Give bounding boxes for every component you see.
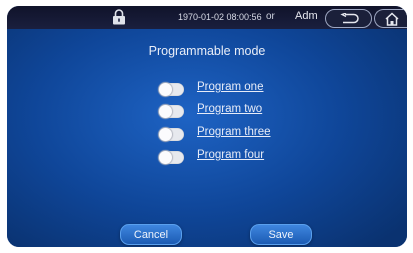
program-one-link[interactable]: Program one bbox=[197, 81, 263, 93]
user-role-label: or bbox=[266, 11, 275, 22]
home-button[interactable] bbox=[374, 9, 407, 28]
program-row-4[interactable]: Program four bbox=[159, 149, 264, 164]
lock-icon bbox=[113, 9, 125, 25]
back-arrow-icon bbox=[339, 13, 359, 24]
program-four-link[interactable]: Program four bbox=[197, 149, 264, 161]
datetime-display: 1970-01-02 08:00:56 bbox=[178, 12, 262, 22]
program-three-toggle[interactable] bbox=[159, 127, 184, 141]
cancel-button[interactable]: Cancel bbox=[120, 224, 182, 245]
device-screen: 1970-01-02 08:00:56 or Adm Programmable … bbox=[7, 6, 407, 247]
status-bar: 1970-01-02 08:00:56 or Adm bbox=[7, 6, 407, 29]
user-name-label: Adm bbox=[295, 10, 318, 22]
program-row-3[interactable]: Program three bbox=[159, 126, 271, 141]
program-three-link[interactable]: Program three bbox=[197, 126, 271, 138]
program-row-2[interactable]: Program two bbox=[159, 103, 262, 118]
programmable-mode-panel: Programmable mode Program one Program tw… bbox=[7, 29, 407, 247]
save-button[interactable]: Save bbox=[250, 224, 312, 245]
program-four-toggle[interactable] bbox=[159, 150, 184, 164]
page-title: Programmable mode bbox=[148, 44, 266, 58]
program-two-toggle[interactable] bbox=[159, 104, 184, 118]
program-two-link[interactable]: Program two bbox=[197, 103, 262, 115]
home-icon bbox=[384, 11, 399, 26]
program-one-toggle[interactable] bbox=[159, 82, 184, 96]
back-button[interactable] bbox=[325, 9, 372, 28]
program-row-1[interactable]: Program one bbox=[159, 81, 263, 96]
